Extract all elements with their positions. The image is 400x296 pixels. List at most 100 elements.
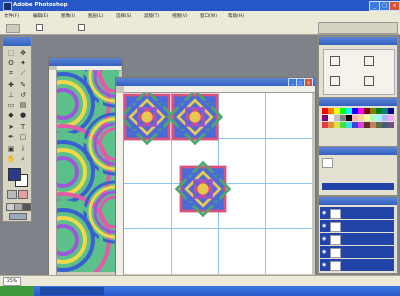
channel-row[interactable]: ◉ xyxy=(320,207,394,219)
magic-wand-tool-icon[interactable]: ✦ xyxy=(18,59,28,68)
jump-to-imageready-icon[interactable] xyxy=(9,213,27,220)
eye-icon[interactable]: ◉ xyxy=(322,209,328,217)
options-bar xyxy=(0,21,400,35)
pen-tool-icon[interactable]: ✒ xyxy=(6,133,16,142)
swatches-palette-tabs[interactable] xyxy=(319,98,397,106)
channel-thumbnail xyxy=(330,222,341,232)
color-swatch[interactable] xyxy=(388,122,394,128)
history-brush-tool-icon[interactable]: ↺ xyxy=(18,91,28,100)
eyedropper-tool-icon[interactable]: ⅰ xyxy=(18,145,28,154)
notes-tool-icon[interactable]: ▣ xyxy=(6,145,16,154)
menu-image[interactable]: 图像(I) xyxy=(61,13,75,19)
menu-filter[interactable]: 滤镜(T) xyxy=(144,13,159,19)
eyedropper-icon xyxy=(364,56,374,66)
hand-tool-icon[interactable]: ✋ xyxy=(6,155,16,164)
gradient-tool-icon[interactable]: ▤ xyxy=(18,101,28,110)
document-window-2[interactable]: _ □ × xyxy=(115,77,316,278)
history-state-selected[interactable] xyxy=(322,183,394,190)
healing-brush-tool-icon[interactable]: ✚ xyxy=(6,81,16,90)
option-checkbox-1[interactable] xyxy=(36,24,43,31)
title-bar: Adobe Photoshop _ □ × xyxy=(0,0,400,11)
history-state[interactable] xyxy=(322,176,394,183)
lasso-tool-icon[interactable]: ʘ xyxy=(6,59,16,68)
foreground-color-swatch[interactable] xyxy=(8,168,21,181)
blur-tool-icon[interactable]: ◆ xyxy=(6,111,16,120)
menu-file[interactable]: 文件(F) xyxy=(4,13,19,19)
document-2-canvas[interactable] xyxy=(124,93,312,274)
slice-tool-icon[interactable]: ⟋ xyxy=(18,69,28,78)
menu-view[interactable]: 视图(V) xyxy=(172,13,188,19)
photoshop-app-icon xyxy=(3,2,12,11)
channel-row[interactable]: ◉ xyxy=(320,233,394,245)
brush-tool-icon[interactable]: ✎ xyxy=(18,81,28,90)
eyedropper-icon xyxy=(330,56,340,66)
channel-row[interactable]: ◉ xyxy=(320,259,394,271)
info-readout xyxy=(323,49,395,95)
document-2-title-bar[interactable]: _ □ × xyxy=(116,78,315,87)
channels-palette-tabs[interactable] xyxy=(319,197,397,205)
document-1-canvas[interactable] xyxy=(57,70,119,272)
color-swatch[interactable] xyxy=(388,108,394,114)
history-state[interactable] xyxy=(322,169,394,176)
color-swatch[interactable] xyxy=(388,115,394,121)
path-selection-tool-icon[interactable]: ➤ xyxy=(6,123,16,132)
bounding-box-icon xyxy=(364,76,374,86)
swirl-pattern-image xyxy=(57,70,119,272)
navigator-palette-tabs[interactable] xyxy=(319,37,397,45)
channel-thumbnail xyxy=(330,261,341,271)
channel-row[interactable]: ◉ xyxy=(320,246,394,258)
history-palette-tabs[interactable] xyxy=(319,147,397,155)
channel-row[interactable]: ◉ xyxy=(320,220,394,232)
quick-mask-mode-icon[interactable] xyxy=(18,190,28,199)
history-snapshot-thumbnail[interactable] xyxy=(322,158,333,168)
document-window-1[interactable] xyxy=(48,57,123,279)
clone-stamp-tool-icon[interactable]: ⊥ xyxy=(6,91,16,100)
start-button[interactable] xyxy=(0,286,34,296)
eye-icon[interactable]: ◉ xyxy=(322,235,328,243)
option-checkbox-2[interactable] xyxy=(78,24,85,31)
palette-well[interactable] xyxy=(318,22,398,34)
menu-window[interactable]: 窗口(W) xyxy=(200,13,217,19)
close-button[interactable]: × xyxy=(389,1,400,11)
eye-icon[interactable]: ◉ xyxy=(322,261,328,269)
document-2-vertical-ruler xyxy=(116,93,124,275)
kaleidoscope-tile xyxy=(166,93,224,146)
photoshop-app: Adobe Photoshop _ □ × 文件(F) 编辑(E) 图像(I) … xyxy=(0,0,400,296)
crop-tool-icon[interactable]: ⌗ xyxy=(6,69,16,78)
history-palette xyxy=(318,146,398,196)
kaleidoscope-pattern-tiles xyxy=(124,93,232,218)
dodge-tool-icon[interactable]: ● xyxy=(18,111,28,120)
taskbar xyxy=(0,286,400,296)
kaleidoscope-tile xyxy=(124,93,176,146)
zoom-level[interactable]: 25% xyxy=(3,277,21,286)
channel-thumbnail xyxy=(330,235,341,245)
menu-edit[interactable]: 编辑(E) xyxy=(33,13,48,19)
menu-help[interactable]: 帮助(H) xyxy=(228,13,244,19)
menu-layer[interactable]: 图层(L) xyxy=(88,13,103,19)
eraser-tool-icon[interactable]: ▭ xyxy=(6,101,16,110)
toolbox: ⬚ ✥ ʘ ✦ ⌗ ⟋ ✚ ✎ ⊥ ↺ ▭ ▤ ◆ ● ➤ T ✒ ▢ ▣ ⅰ … xyxy=(2,36,32,222)
window-title: Adobe Photoshop xyxy=(13,2,68,8)
document-1-vertical-ruler xyxy=(49,70,57,276)
move-tool-icon[interactable]: ✥ xyxy=(18,49,28,58)
toolbox-header xyxy=(3,37,31,46)
type-tool-icon[interactable]: T xyxy=(18,123,28,132)
channels-palette: ◉ ◉ ◉ ◉ ◉ xyxy=(318,196,398,274)
taskbar-app-button[interactable] xyxy=(40,287,104,295)
shape-tool-icon[interactable]: ▢ xyxy=(18,133,28,142)
tool-preset-picker[interactable] xyxy=(6,24,20,33)
eye-icon[interactable]: ◉ xyxy=(322,222,328,230)
zoom-tool-icon[interactable]: ⌕ xyxy=(18,155,28,164)
screen-mode-full-icon[interactable] xyxy=(22,203,31,211)
navigator-palette xyxy=(318,36,398,98)
swatch-grid xyxy=(322,108,394,142)
document-1-title-bar[interactable] xyxy=(49,58,122,66)
marquee-tool-icon[interactable]: ⬚ xyxy=(6,49,16,58)
standard-mode-icon[interactable] xyxy=(7,190,17,199)
document-2-horizontal-ruler xyxy=(124,86,315,93)
swatches-palette xyxy=(318,97,398,147)
crosshair-icon xyxy=(330,76,340,86)
menu-select[interactable]: 选择(S) xyxy=(116,13,131,19)
eye-icon[interactable]: ◉ xyxy=(322,248,328,256)
status-bar: 25% xyxy=(0,275,400,286)
